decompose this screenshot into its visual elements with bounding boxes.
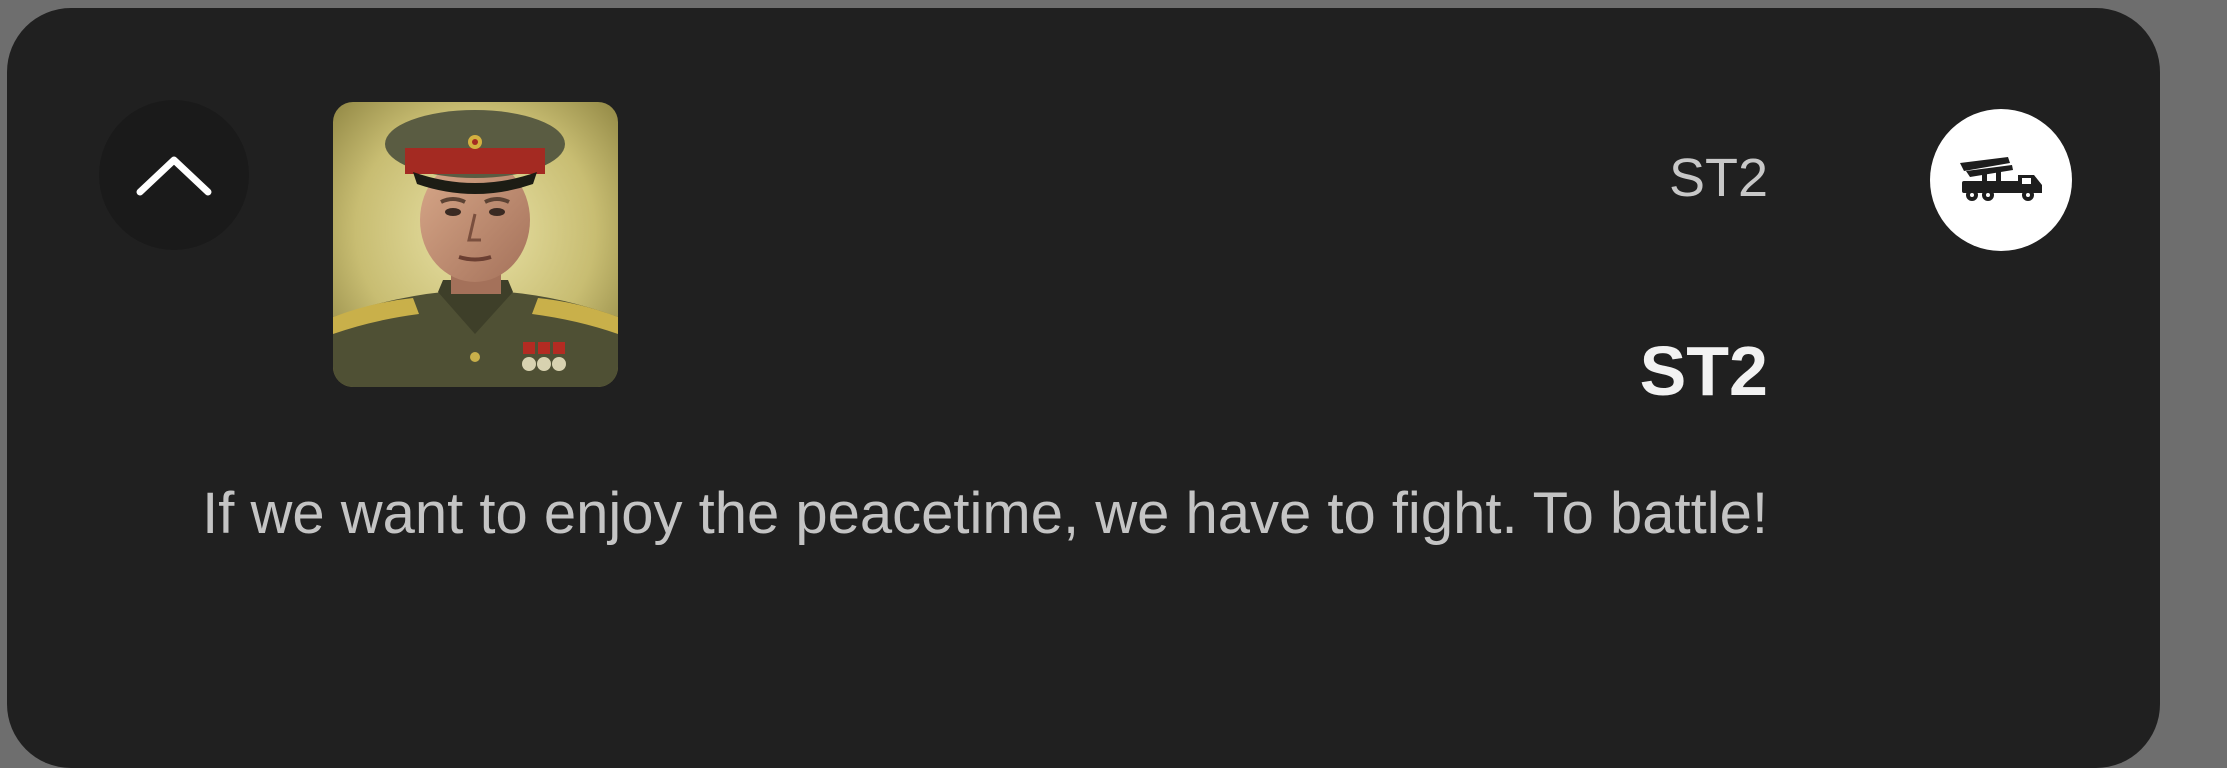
rocket-truck-icon — [1960, 157, 2042, 201]
app-name: ST2 — [1668, 148, 1768, 208]
collapse-button[interactable] — [99, 100, 249, 250]
notification-card[interactable]: ST2 ST2 If we want to enjoy the peacetim… — [7, 8, 2160, 768]
notification-title: ST2 — [1639, 332, 1768, 410]
notification-message: If we want to enjoy the peacetime, we ha… — [202, 481, 1768, 546]
avatar — [333, 102, 618, 387]
app-icon — [1930, 109, 2072, 251]
chevron-up-icon — [136, 156, 212, 196]
